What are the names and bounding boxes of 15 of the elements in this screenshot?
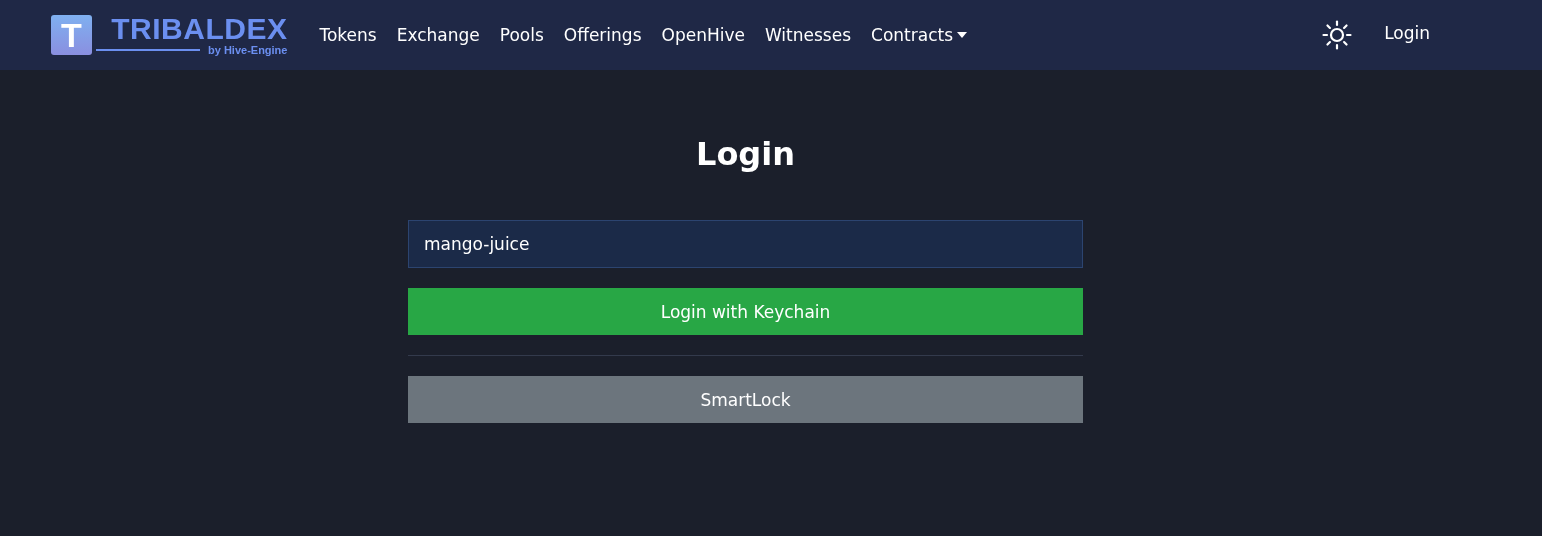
smartlock-button[interactable]: SmartLock xyxy=(408,376,1083,423)
theme-toggle-icon[interactable] xyxy=(1322,20,1353,50)
nav-link[interactable]: Witnesses xyxy=(754,25,862,45)
nav-link[interactable]: Offerings xyxy=(553,25,652,45)
nav-link[interactable]: Tokens xyxy=(309,25,387,45)
username-field[interactable]: mango-juice xyxy=(408,220,1083,268)
nav-link[interactable]: OpenHive xyxy=(651,25,755,45)
logo-tagline: by Hive-Engine xyxy=(208,44,288,56)
nav-dropdown[interactable]: Contracts xyxy=(861,25,978,45)
caret-icon xyxy=(957,32,968,38)
logo-name[interactable]: TRIBALDEX xyxy=(111,14,288,44)
nav-link[interactable]: Pools xyxy=(489,25,554,45)
nav-link[interactable]: Exchange xyxy=(386,25,490,45)
login-link[interactable]: Login xyxy=(1374,23,1440,47)
page-title: Login xyxy=(696,134,795,174)
